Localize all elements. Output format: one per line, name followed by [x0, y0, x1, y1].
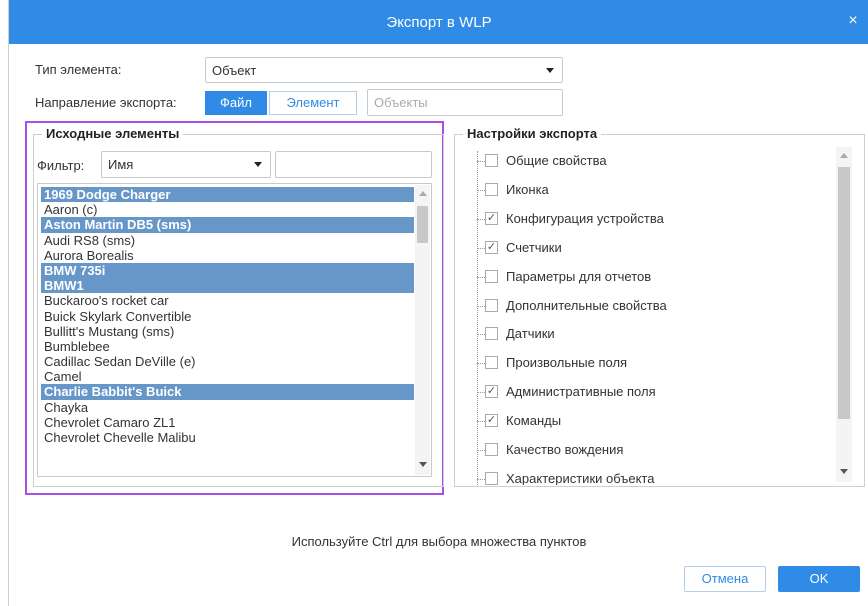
objects-input[interactable]: Объекты [367, 89, 563, 116]
list-item[interactable]: BMW1 [41, 278, 414, 294]
scroll-up-icon[interactable] [419, 191, 427, 196]
checkbox-checked[interactable]: ✓ [485, 414, 498, 428]
chevron-down-icon [254, 162, 262, 167]
element-type-label: Тип элемента: [35, 62, 122, 77]
scroll-thumb[interactable] [417, 206, 428, 243]
export-settings-legend: Настройки экспорта [463, 126, 602, 141]
filter-select[interactable]: Имя [101, 151, 271, 178]
checkbox[interactable] [485, 154, 498, 167]
settings-item-label: Качество вождения [506, 442, 624, 457]
settings-item-label: Датчики [506, 326, 555, 342]
list-item[interactable]: Camel [41, 369, 414, 384]
source-list-inner: 1969 Dodge Charger Aaron (c) Aston Martin … [41, 187, 414, 445]
list-item[interactable]: Cadillac Sedan DeVille (e) [41, 354, 414, 369]
check-icon: ✓ [486, 211, 497, 224]
checkbox[interactable] [485, 443, 498, 456]
list-item[interactable]: 1969 Dodge Charger [41, 187, 414, 203]
chevron-down-icon [546, 68, 554, 73]
export-direction-label: Направление экспорта: [35, 95, 177, 110]
source-elements-legend: Исходные элементы [42, 126, 184, 141]
settings-item-label: Характеристики объекта [506, 470, 655, 485]
multi-select-hint: Используйте Ctrl для выбора множества пу… [291, 534, 587, 549]
list-item[interactable]: Aurora Borealis [41, 248, 414, 263]
list-item[interactable]: Aston Martin DB5 (sms) [41, 217, 414, 233]
tree-connector [477, 247, 485, 249]
tree-connector [477, 276, 485, 278]
checkbox-checked[interactable]: ✓ [485, 385, 498, 399]
title-bar: Экспорт в WLP × [9, 0, 868, 44]
list-item[interactable]: Chevrolet Chevelle Malibu [41, 430, 414, 445]
settings-item-label: Дополнительные свойства [506, 297, 667, 313]
checkbox[interactable] [485, 298, 498, 312]
list-item[interactable]: Chayka [41, 400, 414, 415]
list-item[interactable]: Chevrolet Camaro ZL1 [41, 415, 414, 430]
scroll-down-icon[interactable] [840, 469, 848, 474]
close-icon[interactable]: × [845, 13, 861, 29]
source-list-scrollbar[interactable] [415, 185, 430, 475]
list-item[interactable]: Bumblebee [41, 339, 414, 354]
settings-item-label: Общие свойства [506, 153, 607, 168]
tree-connector [477, 218, 485, 220]
list-item[interactable]: Bullitt's Mustang (sms) [41, 324, 414, 339]
check-icon: ✓ [486, 385, 497, 398]
checkbox-checked[interactable]: ✓ [485, 240, 498, 254]
settings-scrollbar[interactable] [836, 147, 852, 482]
list-item[interactable]: Buick Skylark Convertible [41, 309, 414, 324]
tree-connector [477, 334, 485, 336]
scroll-up-icon[interactable] [840, 153, 848, 158]
ok-button[interactable]: OK [778, 566, 860, 592]
export-dialog: Экспорт в WLP × Тип элемента: Объект Нап… [8, 0, 868, 606]
settings-item-label: Административные поля [506, 384, 656, 400]
tree-connector [477, 421, 485, 423]
list-item[interactable]: Audi RS8 (sms) [41, 233, 414, 248]
checkbox-checked[interactable]: ✓ [485, 211, 498, 225]
tree-connector [477, 161, 485, 162]
scroll-down-icon[interactable] [419, 462, 427, 467]
scroll-thumb[interactable] [838, 167, 850, 419]
tab-element[interactable]: Элемент [269, 91, 357, 115]
check-icon: ✓ [486, 414, 497, 427]
tree-connector [477, 305, 485, 307]
tree-connector [477, 478, 485, 480]
tree-line [477, 151, 478, 485]
filter-label: Фильтр: [37, 158, 85, 173]
checkbox[interactable] [485, 182, 498, 196]
export-settings-tree: Общие свойства Иконка ✓ Конфигурация устрой… [466, 143, 857, 485]
list-item[interactable]: Buckaroo's rocket car [41, 293, 414, 308]
filter-text-input[interactable] [275, 151, 432, 178]
objects-placeholder: Объекты [374, 95, 428, 110]
tree-connector [477, 392, 485, 394]
checkbox[interactable] [485, 471, 498, 485]
list-item[interactable]: BMW 735i [41, 262, 414, 279]
element-type-value: Объект [212, 63, 257, 78]
settings-item-label: Счетчики [506, 239, 562, 255]
list-item[interactable]: Aaron (c) [41, 202, 414, 217]
settings-item-label: Иконка [506, 181, 549, 197]
list-item[interactable]: Charlie Babbit's Buick [41, 384, 414, 400]
settings-item-label: Параметры для отчетов [506, 268, 652, 284]
tab-file[interactable]: Файл [205, 91, 267, 115]
tree-connector [477, 189, 485, 191]
checkbox[interactable] [485, 269, 498, 283]
cancel-button[interactable]: Отмена [684, 566, 766, 592]
checkbox[interactable] [485, 327, 498, 341]
settings-item-label: Команды [506, 413, 562, 429]
checkbox[interactable] [485, 356, 498, 370]
tree-connector [477, 363, 485, 365]
source-elements-list[interactable]: 1969 Dodge Charger Aaron (c) Aston Martin … [37, 183, 432, 477]
filter-value: Имя [108, 157, 134, 172]
tree-connector [477, 450, 485, 451]
check-icon: ✓ [486, 240, 497, 253]
settings-item-label: Конфигурация устройства [506, 210, 664, 226]
settings-item-label: Произвольные поля [506, 355, 628, 371]
element-type-select[interactable]: Объект [205, 57, 563, 83]
dialog-title: Экспорт в WLP [386, 14, 492, 31]
